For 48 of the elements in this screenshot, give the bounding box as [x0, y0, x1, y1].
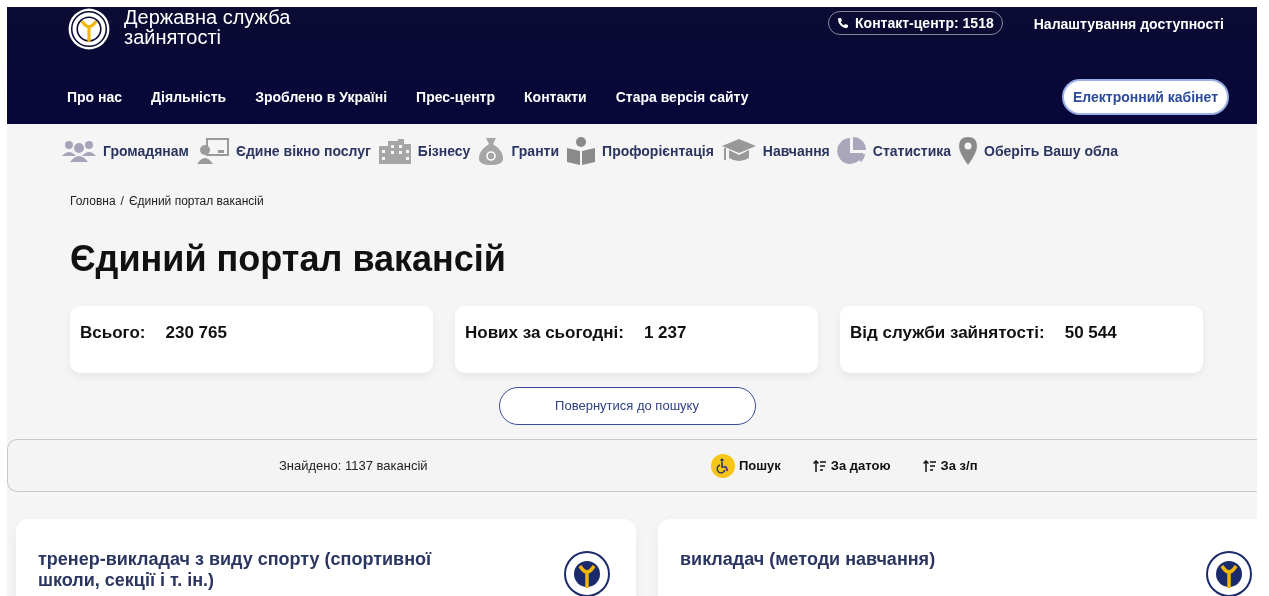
- logo-icon[interactable]: [67, 7, 111, 51]
- toolbar-button[interactable]: Пошук: [711, 453, 781, 478]
- money-bag-icon: [477, 136, 506, 166]
- category-link[interactable]: Статистика: [872, 140, 952, 162]
- found-count: Знайдено: 1137 вакансій: [279, 456, 429, 475]
- category-link[interactable]: Громадянам: [103, 140, 189, 162]
- nav-link[interactable]: Прес-центр: [416, 86, 496, 108]
- nav-link[interactable]: Контакти: [524, 86, 587, 108]
- toolbar-button[interactable]: За датою: [812, 455, 891, 476]
- stat-value: 1 237: [643, 321, 687, 344]
- person-at-board-icon: [195, 138, 230, 164]
- sort-icon: [812, 459, 827, 472]
- stat-label: Всього:: [80, 321, 146, 344]
- breadcrumb-separator: /: [120, 193, 124, 210]
- stat-label: Від служби зайнятості:: [850, 321, 1045, 344]
- category-link[interactable]: Гранти: [511, 140, 560, 162]
- breadcrumb-link[interactable]: Єдиний портал вакансій: [128, 192, 264, 210]
- stat-value: 50 544: [1064, 321, 1117, 344]
- contact-center-text: Контакт-центр: 1518: [855, 13, 994, 33]
- breadcrumb-link[interactable]: Головна: [70, 192, 116, 210]
- wheelchair-icon: [711, 453, 735, 478]
- stat-value: 230 765: [165, 321, 227, 344]
- electronic-cabinet-button[interactable]: Електронний кабінет: [1061, 79, 1229, 115]
- nav-link[interactable]: Стара версія сайту: [615, 86, 749, 108]
- nav-link[interactable]: Зроблено в Україні: [255, 86, 388, 108]
- pie-chart-icon: [836, 136, 867, 166]
- people-icon: [61, 140, 97, 162]
- phone-icon: [837, 17, 850, 29]
- buildings-icon: [377, 138, 412, 164]
- toolbar-button[interactable]: За з/п: [922, 455, 978, 476]
- sort-icon: [922, 459, 937, 472]
- category-link[interactable]: Навчання: [762, 140, 830, 162]
- vacancy-title[interactable]: викладач (методи навчання): [680, 549, 1130, 570]
- person-reading-icon: [566, 137, 597, 165]
- category-link[interactable]: Єдине вікно послуг: [235, 140, 371, 162]
- vacancy-title[interactable]: тренер-викладач з виду спорту (спортивної школи, секції і т. ін.): [38, 549, 488, 591]
- category-link[interactable]: Профорієнтація: [602, 140, 714, 162]
- accessibility-settings-link[interactable]: Налаштування доступності: [1033, 14, 1224, 35]
- category-link[interactable]: Оберіть Вашу обла: [984, 140, 1118, 162]
- site-title[interactable]: Державна служба зайнятості: [124, 7, 324, 47]
- stat-label: Нових за сьогодні:: [465, 321, 624, 344]
- category-link[interactable]: Бізнесу: [417, 140, 471, 162]
- back-to-search-button[interactable]: Повернутися до пошуку: [498, 387, 756, 425]
- map-pin-icon: [958, 136, 979, 166]
- page-title: Єдиний портал вакансій: [69, 237, 507, 281]
- nav-link[interactable]: Про нас: [67, 86, 123, 108]
- graduation-cap-icon: [720, 138, 757, 164]
- nav-link[interactable]: Діяльність: [151, 86, 227, 108]
